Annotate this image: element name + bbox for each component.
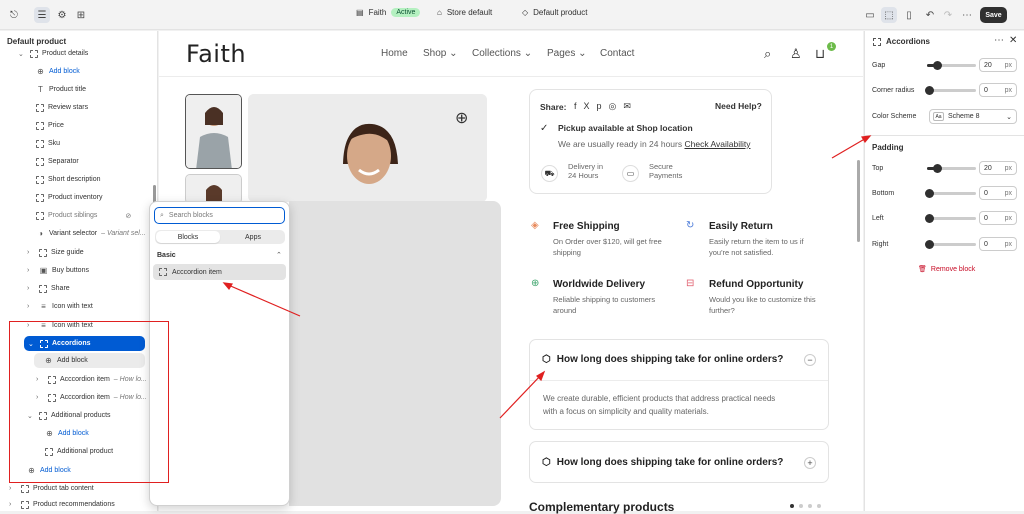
annotation-arrow <box>831 136 869 159</box>
arrow-head <box>861 135 872 144</box>
annotation-arrows <box>222 135 872 419</box>
arrow-head <box>222 282 233 291</box>
annotation-arrow <box>499 373 543 419</box>
annotation-arrow <box>225 283 301 317</box>
